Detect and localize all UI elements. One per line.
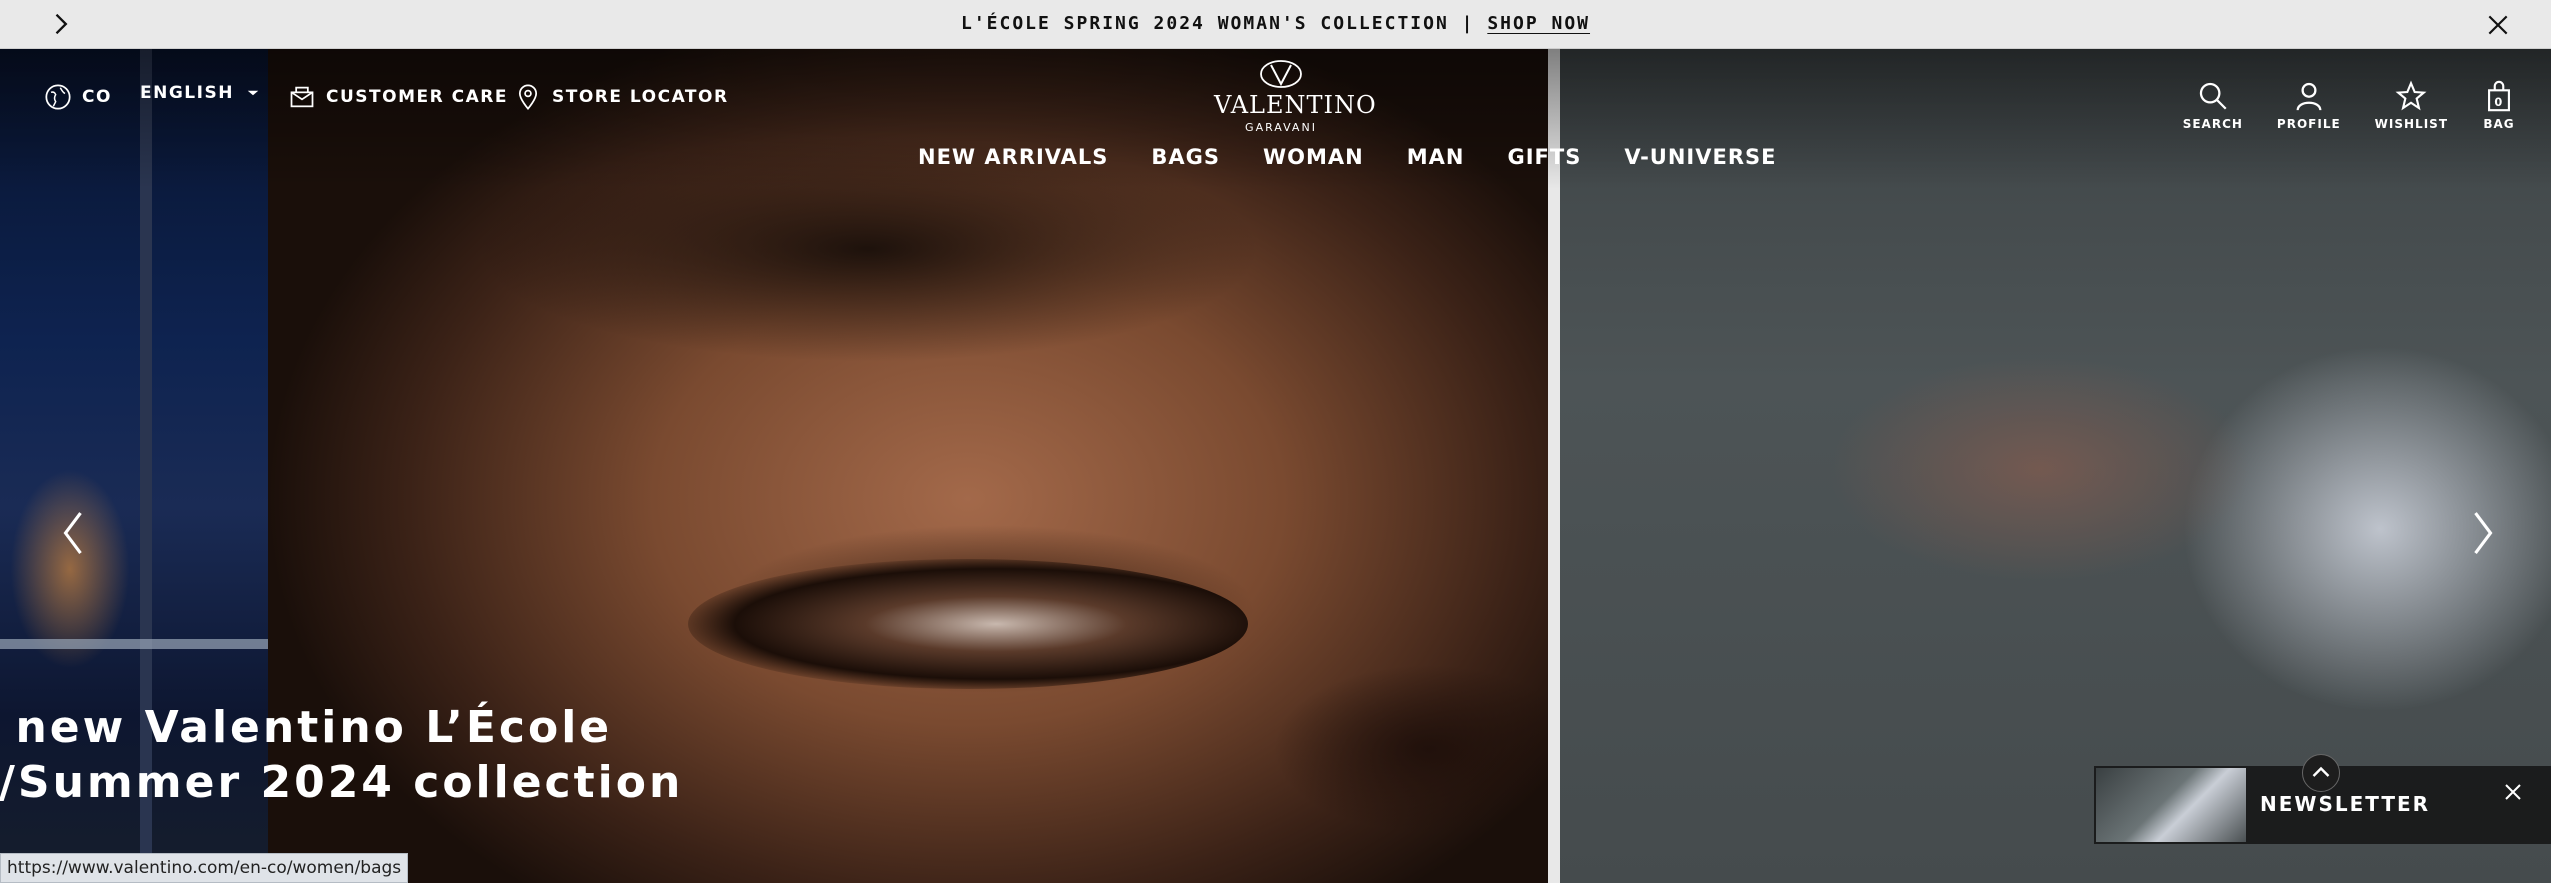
logo-subtitle: GARAVANI <box>1245 121 1317 134</box>
bag-button[interactable]: 0 BAG <box>2482 79 2516 131</box>
v-logo-icon <box>1260 60 1302 88</box>
profile-button[interactable]: PROFILE <box>2277 79 2341 131</box>
globe-icon <box>45 84 71 110</box>
profile-label: PROFILE <box>2276 117 2341 131</box>
header-actions: SEARCH PROFILE WISHLIST 0 BAG <box>2183 79 2516 131</box>
announcement-message: L'ÉCOLE SPRING 2024 WOMAN'S COLLECTION |… <box>0 13 2551 34</box>
search-button[interactable]: SEARCH <box>2183 79 2243 131</box>
nav-item-new-arrivals[interactable]: NEW ARRIVALS <box>918 145 1108 169</box>
language-label: ENGLISH <box>140 83 234 103</box>
newsletter-popup[interactable]: NEWSLETTER <box>2094 754 2551 844</box>
star-icon <box>2395 80 2427 111</box>
location-pin-icon <box>518 84 538 110</box>
chevron-up-icon <box>2312 766 2330 777</box>
nav-item-man[interactable]: MAN <box>1407 145 1465 169</box>
announcement-bar: L'ÉCOLE SPRING 2024 WOMAN'S COLLECTION |… <box>0 0 2551 49</box>
brand-logo[interactable]: VALENTINO GARAVANI <box>1214 59 1377 134</box>
nav-item-bags[interactable]: BAGS <box>1151 145 1220 169</box>
bag-count: 0 <box>2494 95 2503 109</box>
close-icon[interactable] <box>2501 780 2525 804</box>
envelope-icon <box>290 86 314 108</box>
store-locator-link[interactable]: STORE LOCATOR <box>514 83 729 111</box>
shop-now-link[interactable]: SHOP NOW <box>1487 13 1590 34</box>
expand-button[interactable] <box>2302 754 2340 792</box>
country-code: CO <box>82 87 112 107</box>
customer-care-link[interactable]: CUSTOMER CARE <box>288 83 508 111</box>
hero-caption-line1: ne new Valentino L’École <box>0 702 613 753</box>
bag-label: BAG <box>2483 117 2515 131</box>
store-locator-label: STORE LOCATOR <box>552 87 729 107</box>
nav-item-v-universe[interactable]: V-UNIVERSE <box>1624 145 1776 169</box>
site-header: CO ENGLISH CUSTOMER CARE STORE LOCATOR V… <box>0 49 2551 189</box>
wishlist-label: WISHLIST <box>2374 117 2448 131</box>
status-url: https://www.valentino.com/en-co/women/ba… <box>0 853 409 883</box>
nav-item-woman[interactable]: WOMAN <box>1263 145 1364 169</box>
logo-wordmark: VALENTINO <box>1214 91 1377 119</box>
main-nav: NEW ARRIVALS BAGS WOMAN MAN GIFTS V-UNIV… <box>918 145 1776 169</box>
country-selector[interactable]: CO <box>44 83 112 111</box>
announcement-text: L'ÉCOLE SPRING 2024 WOMAN'S COLLECTION | <box>960 13 1475 34</box>
customer-care-label: CUSTOMER CARE <box>326 87 508 107</box>
close-icon[interactable] <box>2485 12 2511 38</box>
carousel-prev-icon[interactable] <box>58 508 88 558</box>
hero-caption-line2: ng/Summer 2024 collection <box>0 757 684 808</box>
user-icon <box>2296 82 2322 111</box>
search-icon <box>2199 82 2227 110</box>
wishlist-button[interactable]: WISHLIST <box>2375 79 2448 131</box>
newsletter-label: NEWSLETTER <box>2260 792 2431 816</box>
shopping-bag-icon: 0 <box>2488 80 2510 112</box>
newsletter-thumbnail <box>2096 768 2246 842</box>
caret-down-icon <box>247 90 259 96</box>
hero-caption[interactable]: ne new Valentino L’École ng/Summer 2024 … <box>0 700 683 810</box>
carousel-next-icon[interactable] <box>2468 508 2498 558</box>
search-label: SEARCH <box>2182 117 2243 131</box>
nav-item-gifts[interactable]: GIFTS <box>1508 145 1582 169</box>
language-selector[interactable]: ENGLISH <box>140 83 262 103</box>
